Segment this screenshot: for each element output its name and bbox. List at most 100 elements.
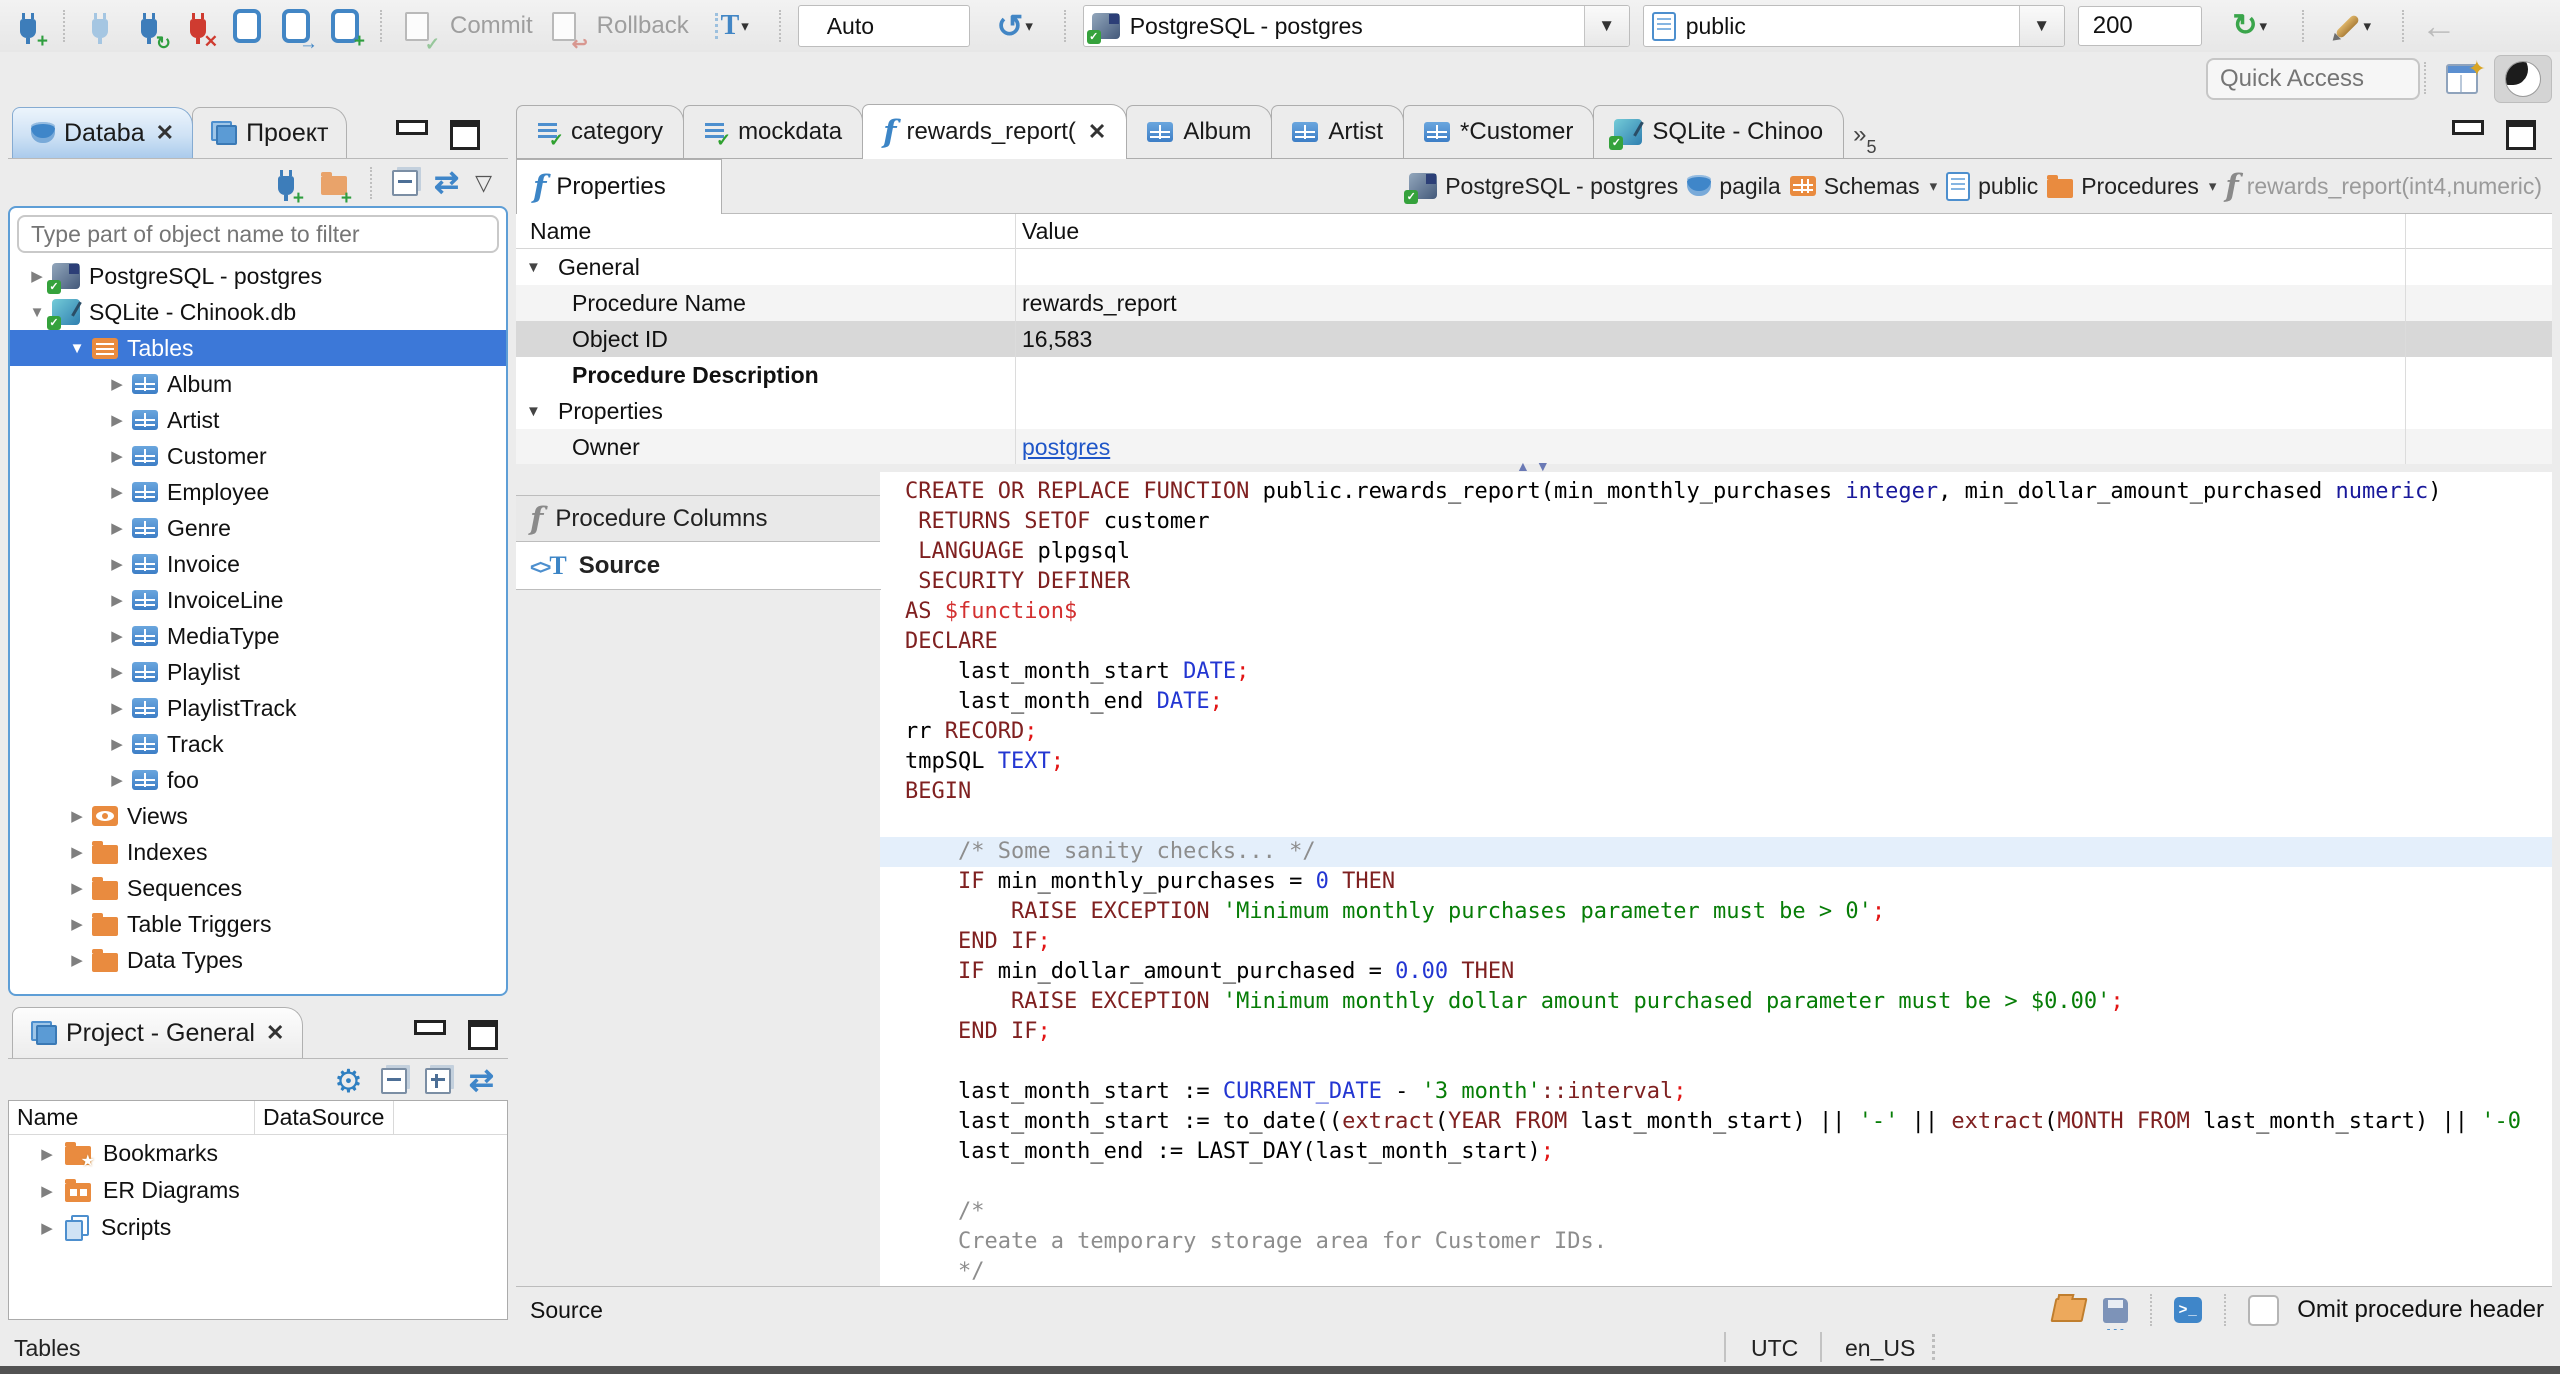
code-line[interactable]: last_month_end := LAST_DAY(last_month_st…	[880, 1137, 2552, 1167]
grid-row-procedure-description[interactable]: Procedure Description	[516, 357, 2552, 393]
breadcrumb-item-procedures[interactable]: Procedures ▾	[2047, 173, 2216, 200]
expand-arrow-icon[interactable]: ▶	[62, 951, 92, 969]
expand-arrow-icon[interactable]: ▶	[33, 1182, 61, 1200]
expand-arrow-icon[interactable]: ▶	[102, 699, 132, 717]
expand-arrow-icon[interactable]: ▶	[102, 447, 132, 465]
expand-arrow-icon[interactable]: ▶	[102, 663, 132, 681]
expand-arrow-icon[interactable]: ▶	[102, 519, 132, 537]
grid-group-general[interactable]: ▼ General	[516, 249, 2552, 285]
connect-button[interactable]	[82, 6, 118, 46]
link-with-editor-icon[interactable]: ⇄	[434, 168, 459, 198]
code-line[interactable]: SECURITY DEFINER	[880, 567, 2552, 597]
terminal-icon[interactable]: >_	[2174, 1297, 2203, 1323]
dbeaver-perspective-button[interactable]	[2494, 55, 2552, 103]
code-line-current[interactable]: /* Some sanity checks... */	[880, 837, 2552, 867]
transaction-mode-button[interactable]: T ▾	[702, 6, 762, 46]
code-line[interactable]: rr RECORD;	[880, 717, 2552, 747]
link-with-editor-icon[interactable]: ⇄	[469, 1066, 494, 1096]
auto-refresh-button[interactable]: ↻ ▾	[2215, 6, 2285, 46]
sql-format-button[interactable]: ▾	[2321, 6, 2385, 46]
tab-properties[interactable]: f Properties	[516, 159, 722, 214]
editor-tab-category[interactable]: ✓ category	[516, 105, 685, 158]
status-timezone[interactable]: UTC	[1751, 1335, 1798, 1362]
editor-tab-album[interactable]: Album	[1126, 105, 1273, 158]
expand-arrow-icon[interactable]: ▶	[102, 555, 132, 573]
close-icon[interactable]: ✕	[266, 1020, 284, 1046]
grid-group-properties[interactable]: ▼ Properties	[516, 393, 2552, 429]
source-code-editor[interactable]: CREATE OR REPLACE FUNCTION public.reward…	[880, 472, 2552, 1286]
code-line[interactable]: last_month_start DATE;	[880, 657, 2552, 687]
maximize-icon[interactable]	[2506, 120, 2536, 150]
transaction-log-button[interactable]: ↺ ▾	[983, 6, 1047, 46]
code-line[interactable]: RETURNS SETOF customer	[880, 507, 2552, 537]
new-folder-button[interactable]: +	[318, 163, 352, 208]
fetch-size-input[interactable]	[2077, 6, 2202, 46]
disconnect-button[interactable]: ✕	[180, 6, 218, 50]
editor-tab-artist[interactable]: Artist	[1271, 105, 1405, 158]
omit-procedure-header-checkbox[interactable]	[2248, 1294, 2280, 1326]
code-line[interactable]: DECLARE	[880, 627, 2552, 657]
tree-item-tables[interactable]: ▼ Tables	[10, 330, 506, 366]
code-line[interactable]: IF min_dollar_amount_purchased = 0.00 TH…	[880, 957, 2552, 987]
tab-project-general[interactable]: Project - General ✕	[12, 1007, 304, 1058]
expand-arrow-icon[interactable]: ▶	[102, 483, 132, 501]
collapse-arrow-icon[interactable]: ▼	[62, 340, 92, 357]
collapse-arrow-icon[interactable]: ▼	[516, 259, 548, 276]
reconnect-button[interactable]: ↻	[131, 6, 171, 52]
code-line[interactable]: END IF;	[880, 927, 2552, 957]
breadcrumb-item-schema-public[interactable]: public	[1946, 171, 2038, 201]
owner-link[interactable]: postgres	[1022, 434, 1110, 461]
tab-source[interactable]: <>T Source	[516, 542, 881, 590]
tree-item-table[interactable]: ▶ Playlist	[10, 654, 506, 690]
tree-item-table[interactable]: ▶ foo	[10, 762, 506, 798]
breadcrumb-item-connection[interactable]: ✓ PostgreSQL - postgres	[1404, 173, 1678, 204]
expand-arrow-icon[interactable]: ▶	[102, 411, 132, 429]
save-icon[interactable]	[2103, 1297, 2129, 1336]
grid-row-procedure-name[interactable]: Procedure Name rewards_report	[516, 285, 2552, 321]
tree-item-table[interactable]: ▶ Artist	[10, 402, 506, 438]
expand-arrow-icon[interactable]: ▶	[62, 807, 92, 825]
tree-item-table[interactable]: ▶ Genre	[10, 510, 506, 546]
tree-item-sequences[interactable]: ▶ Sequences	[10, 870, 506, 906]
code-line[interactable]: */	[880, 1257, 2552, 1286]
expand-arrow-icon[interactable]: ▶	[102, 627, 132, 645]
schema-dropdown-button[interactable]: ▼	[2018, 6, 2064, 46]
code-line[interactable]	[880, 1167, 2552, 1197]
expand-arrow-icon[interactable]: ▶	[33, 1145, 61, 1163]
active-connection-combo[interactable]: ✓ PostgreSQL - postgres ▼	[1082, 5, 1630, 47]
tree-item-table[interactable]: ▶ Track	[10, 726, 506, 762]
tree-item-table[interactable]: ▶ Invoice	[10, 546, 506, 582]
view-menu-icon[interactable]: ▽	[475, 172, 492, 194]
breadcrumb-item-schemas[interactable]: Schemas ▾	[1789, 173, 1937, 200]
code-line[interactable]: last_month_start := CURRENT_DATE - '3 mo…	[880, 1077, 2552, 1107]
code-line[interactable]: IF min_monthly_purchases = 0 THEN	[880, 867, 2552, 897]
expand-arrow-icon[interactable]: ▶	[62, 915, 92, 933]
open-perspective-button[interactable]: ✦	[2446, 56, 2486, 94]
commit-label[interactable]: Commit	[450, 12, 533, 40]
code-line[interactable]	[880, 807, 2552, 837]
project-item-bookmarks[interactable]: ▶ ★ Bookmarks	[9, 1135, 507, 1172]
tree-item-table[interactable]: ▶ Employee	[10, 474, 506, 510]
code-line[interactable]: last_month_end DATE;	[880, 687, 2552, 717]
code-line[interactable]: LANGUAGE plpgsql	[880, 537, 2552, 567]
code-line[interactable]: END IF;	[880, 1017, 2552, 1047]
tree-item-views[interactable]: ▶ Views	[10, 798, 506, 834]
grid-source-splitter[interactable]: ▲▼	[516, 458, 2552, 474]
sql-editor-button[interactable]	[229, 6, 265, 46]
tree-item-table[interactable]: ▶ Album	[10, 366, 506, 402]
expand-arrow-icon[interactable]: ▶	[33, 1219, 61, 1237]
minimize-icon[interactable]	[414, 1020, 446, 1035]
expand-arrow-icon[interactable]: ▶	[102, 735, 132, 753]
open-file-icon[interactable]	[2050, 1298, 2088, 1322]
column-value[interactable]: Value	[1022, 218, 1079, 245]
new-sql-editor-button[interactable]: +	[327, 6, 365, 51]
new-connection-button[interactable]: +	[270, 163, 304, 208]
column-name[interactable]: Name	[516, 218, 1022, 245]
breadcrumb-item-procedure[interactable]: f rewards_report(int4,numeric)	[2225, 171, 2542, 202]
tab-procedure-columns[interactable]: f Procedure Columns	[516, 495, 880, 542]
tree-item-postgres-connection[interactable]: ▶ ✓ PostgreSQL - postgres	[10, 258, 506, 294]
column-name[interactable]: Name	[9, 1101, 255, 1134]
rollback-button[interactable]: ↩	[546, 6, 588, 54]
tree-item-data-types[interactable]: ▶ Data Types	[10, 942, 506, 978]
collapse-all-icon[interactable]	[380, 1068, 407, 1094]
